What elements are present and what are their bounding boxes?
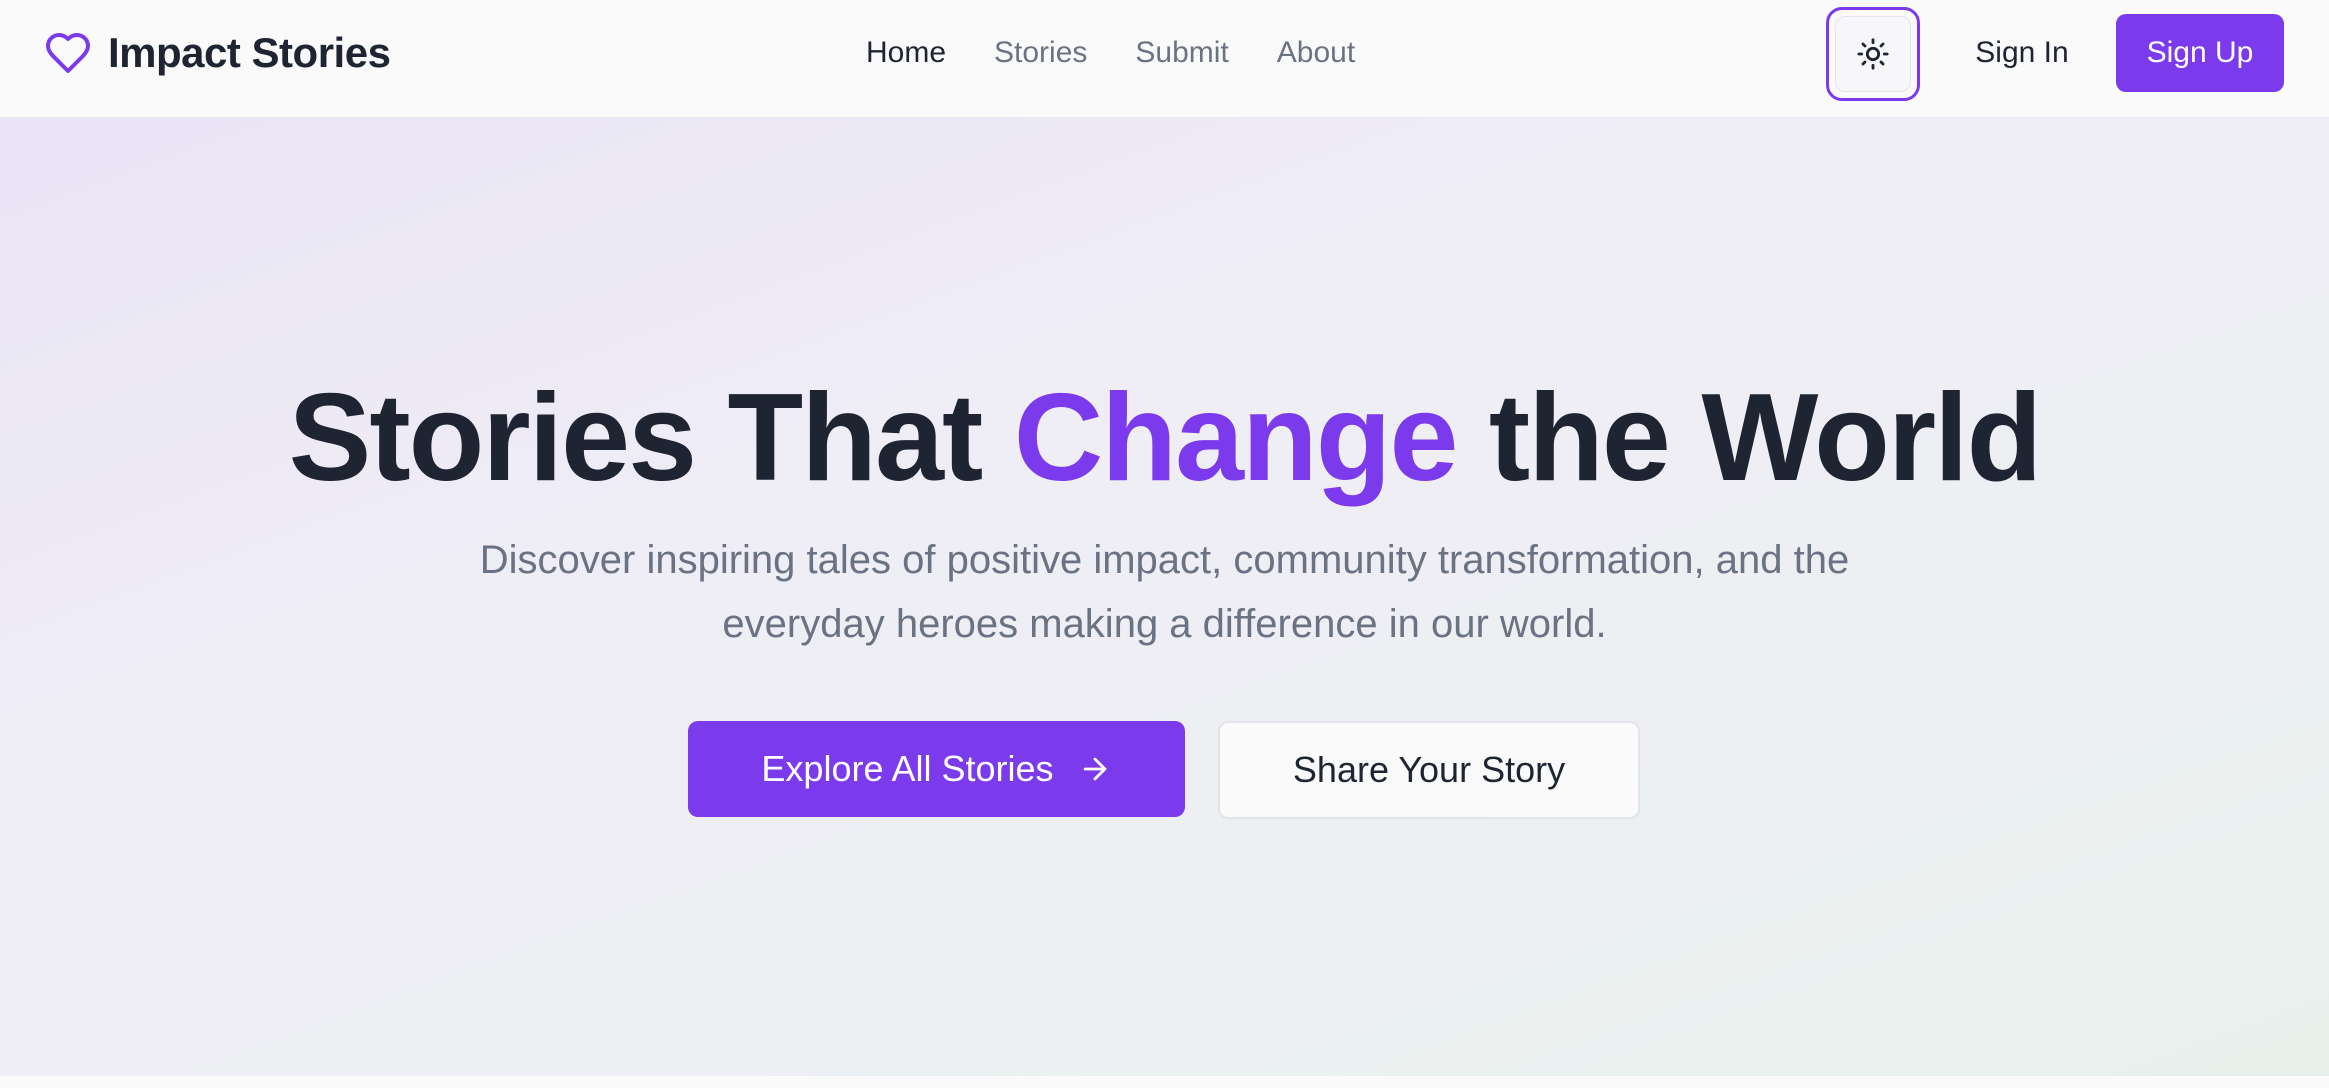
hero-title: Stories That Change the World [0, 363, 2329, 513]
hero-title-part2: the World [1456, 369, 2042, 507]
arrow-right-icon [1083, 757, 1106, 781]
hero-title-accent: Change [1013, 369, 1459, 507]
main-nav: Home Stories Submit About [866, 30, 1355, 76]
brand-logo[interactable]: Impact Stories [44, 28, 391, 78]
hero-subtitle: Discover inspiring tales of positive imp… [380, 528, 1949, 656]
top-navbar: Impact Stories Home Stories Submit About… [0, 0, 2329, 118]
nav-link-home[interactable]: Home [866, 36, 946, 70]
hero-subtitle-line1: Discover inspiring tales of positive imp… [479, 538, 1850, 582]
sign-up-button[interactable]: Sign Up [2116, 14, 2284, 92]
explore-stories-label: Explore All Stories [761, 748, 1054, 789]
share-story-button[interactable]: Share Your Story [1218, 721, 1640, 819]
sun-icon [1857, 38, 1889, 70]
hero-title-part1: Stories That [288, 369, 1014, 507]
sign-in-button[interactable]: Sign In [1952, 14, 2092, 92]
nav-link-stories[interactable]: Stories [994, 36, 1087, 70]
theme-toggle-inner [1835, 16, 1911, 92]
hero-section: Stories That Change the World Discover i… [0, 118, 2329, 1076]
nav-link-submit[interactable]: Submit [1135, 36, 1228, 70]
explore-stories-button[interactable]: Explore All Stories [688, 721, 1185, 817]
nav-link-about[interactable]: About [1277, 36, 1355, 70]
theme-toggle-button[interactable] [1826, 7, 1920, 101]
brand-name: Impact Stories [108, 29, 391, 76]
heart-icon [46, 33, 90, 73]
page-bottom-divider [0, 1076, 2329, 1088]
hero-subtitle-line2: everyday heroes making a difference in o… [722, 602, 1607, 646]
